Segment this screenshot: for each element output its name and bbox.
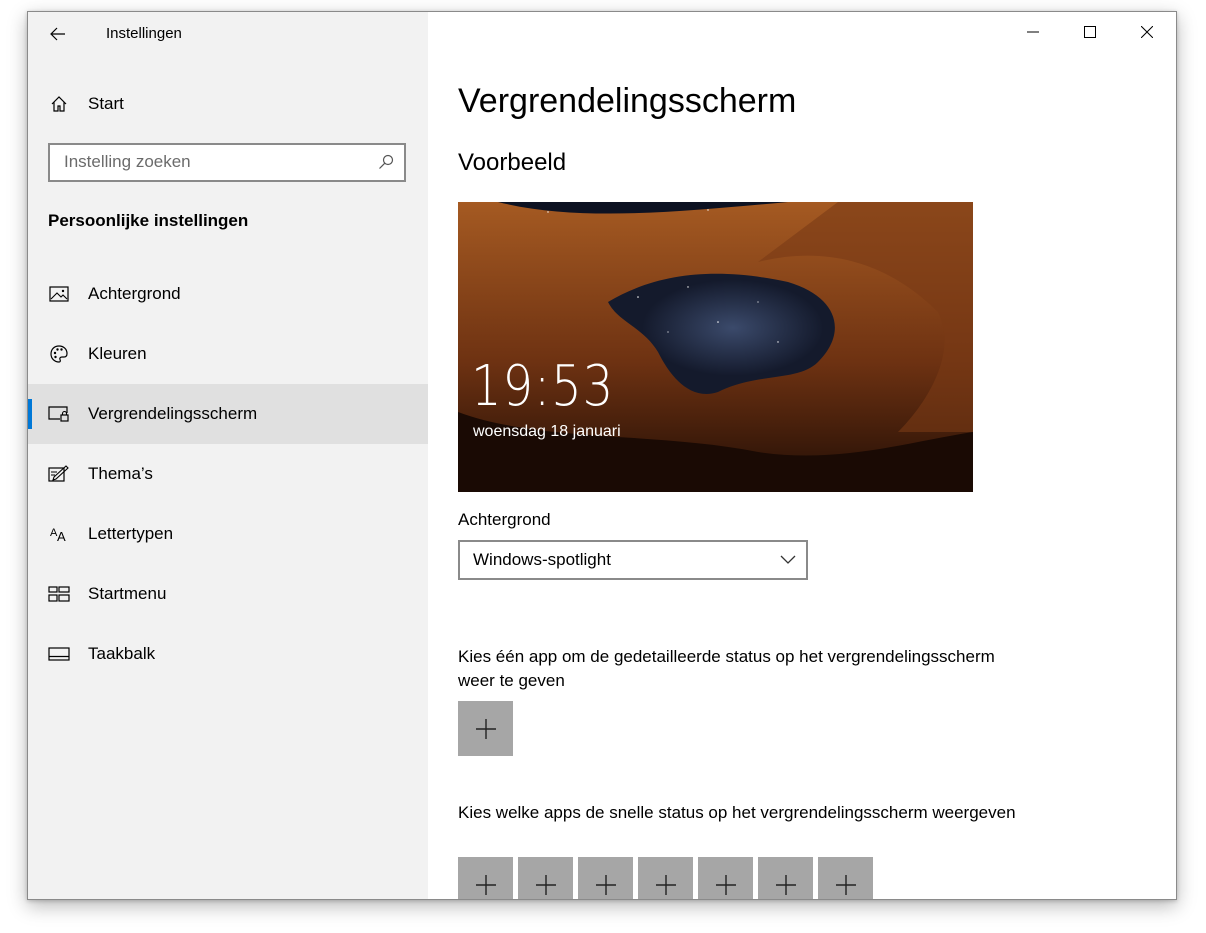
back-button[interactable] — [46, 22, 70, 46]
sidebar-item-vergrendelingsscherm[interactable]: Vergrendelingsscherm — [28, 384, 428, 444]
chevron-down-icon — [780, 552, 796, 570]
quick-status-text: Kies welke apps de snelle status op het … — [458, 803, 1016, 822]
dropdown-value: Windows-spotlight — [473, 550, 611, 569]
lock-screen-icon — [48, 403, 70, 425]
close-button[interactable] — [1119, 12, 1175, 52]
sidebar-item-label: Kleuren — [88, 344, 147, 363]
preview-date: woensdag 18 januari — [473, 423, 621, 440]
add-quick-status-app-button[interactable] — [818, 857, 873, 899]
window-title: Instellingen — [106, 25, 182, 42]
section-title: Persoonlijke instellingen — [48, 211, 249, 230]
plus-icon — [655, 874, 676, 895]
add-quick-status-app-button[interactable] — [758, 857, 813, 899]
plus-icon — [775, 874, 796, 895]
sidebar-item-label: Vergrendelingsscherm — [88, 404, 258, 423]
sidebar-item-kleuren[interactable]: Kleuren — [28, 324, 428, 384]
maximize-icon — [1084, 26, 1096, 38]
detailed-status-text: Kies één app om de gedetailleerde status… — [458, 647, 995, 690]
minimize-button[interactable] — [1005, 12, 1061, 52]
maximize-button[interactable] — [1062, 12, 1118, 52]
search-icon[interactable] — [378, 154, 394, 175]
plus-icon — [715, 874, 736, 895]
palette-icon — [48, 343, 70, 365]
svg-text:A: A — [57, 529, 66, 544]
sidebar: Instellingen Start Persoonlijke instelli… — [28, 12, 428, 899]
lock-screen-preview: 19:53 woensdag 18 januari — [458, 202, 973, 492]
sidebar-item-label: Start — [88, 94, 124, 113]
sidebar-item-label: Achtergrond — [88, 284, 181, 303]
sidebar-item-taakbalk[interactable]: Taakbalk — [28, 624, 428, 684]
add-quick-status-app-button[interactable] — [578, 857, 633, 899]
plus-icon — [535, 874, 556, 895]
close-icon — [1141, 26, 1153, 38]
search-box[interactable] — [48, 143, 406, 182]
minimize-icon — [1027, 31, 1039, 33]
home-icon — [48, 93, 70, 115]
plus-icon — [475, 718, 496, 739]
add-quick-status-app-button[interactable] — [638, 857, 693, 899]
plus-icon — [835, 874, 856, 895]
sidebar-item-startmenu[interactable]: Startmenu — [28, 564, 428, 624]
back-arrow-icon — [50, 27, 65, 41]
sidebar-item-label: Lettertypen — [88, 524, 174, 543]
preview-background-image — [458, 202, 973, 492]
sidebar-item-label: Startmenu — [88, 584, 167, 603]
taskbar-icon — [48, 643, 70, 665]
fonts-icon: AA — [48, 523, 70, 545]
picture-icon — [48, 283, 70, 305]
settings-window: Instellingen Start Persoonlijke instelli… — [27, 11, 1177, 900]
sidebar-item-start[interactable]: Start — [28, 74, 428, 134]
page-title: Vergrendelingsscherm — [458, 82, 797, 120]
main-content: Vergrendelingsscherm Voorbeeld 19:53 woe… — [428, 12, 1176, 899]
start-menu-icon — [48, 583, 70, 605]
sidebar-item-label: Thema’s — [88, 464, 153, 483]
add-detailed-status-app-button[interactable] — [458, 701, 513, 756]
add-quick-status-app-button[interactable] — [698, 857, 753, 899]
plus-icon — [595, 874, 616, 895]
sidebar-item-themas[interactable]: Thema’s — [28, 444, 428, 504]
sidebar-item-lettertypen[interactable]: AA Lettertypen — [28, 504, 428, 564]
theme-icon — [48, 463, 70, 485]
search-input[interactable] — [64, 152, 354, 172]
preview-clock: 19:53 — [471, 354, 615, 419]
background-dropdown[interactable]: Windows-spotlight — [458, 540, 808, 580]
add-quick-status-app-button[interactable] — [458, 857, 513, 899]
plus-icon — [475, 874, 496, 895]
sidebar-item-label: Taakbalk — [88, 644, 156, 663]
background-label: Achtergrond — [458, 510, 551, 529]
preview-heading: Voorbeeld — [458, 149, 567, 176]
add-quick-status-app-button[interactable] — [518, 857, 573, 899]
sidebar-item-achtergrond[interactable]: Achtergrond — [28, 264, 428, 324]
